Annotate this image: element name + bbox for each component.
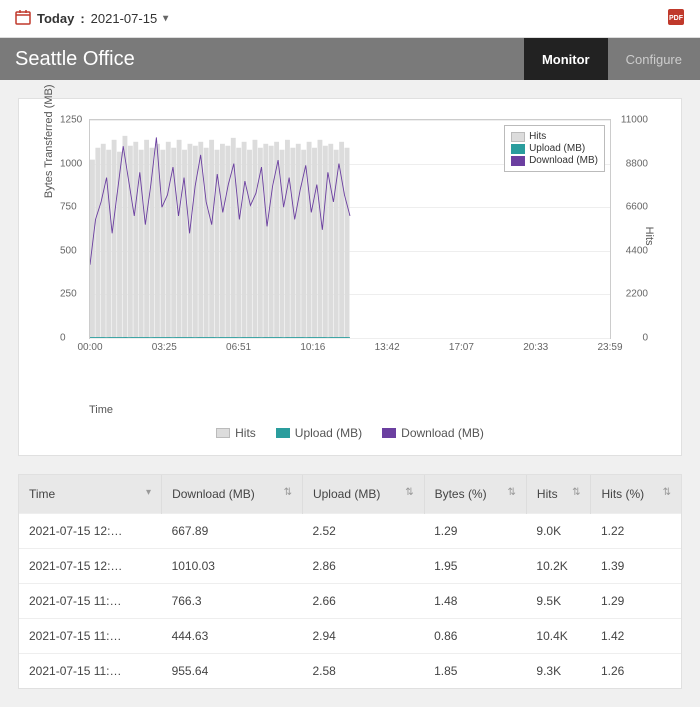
col-3[interactable]: Bytes (%)⇅ <box>424 475 526 514</box>
chart-card: Bytes Transferred (MB) Hits Hits Upload … <box>18 98 682 456</box>
table-row[interactable]: 2021-07-15 11:…955.642.581.859.3K1.26 <box>19 654 681 689</box>
col-4[interactable]: Hits⇅ <box>526 475 591 514</box>
plot-area: Hits Upload (MB) Download (MB) 002502200… <box>89 119 611 339</box>
table-row[interactable]: 2021-07-15 12:…1010.032.861.9510.2K1.39 <box>19 549 681 584</box>
table-header-row: Time▾Download (MB)⇅Upload (MB)⇅Bytes (%)… <box>19 475 681 514</box>
tab-configure[interactable]: Configure <box>608 38 700 80</box>
calendar-icon <box>15 9 31 28</box>
date-value: 2021-07-15 <box>91 11 158 26</box>
col-5[interactable]: Hits (%)⇅ <box>591 475 681 514</box>
tab-monitor[interactable]: Monitor <box>524 38 608 80</box>
content: Bytes Transferred (MB) Hits Hits Upload … <box>0 80 700 707</box>
y-axis-left-label: Bytes Transferred (MB) <box>43 84 55 198</box>
svg-text:PDF: PDF <box>669 15 684 22</box>
legend-b-upload: Upload (MB) <box>295 426 362 440</box>
col-0[interactable]: Time▾ <box>19 475 162 514</box>
page-title: Seattle Office <box>15 48 135 71</box>
legend-upload: Upload (MB) <box>529 143 585 154</box>
legend-b-hits: Hits <box>235 426 256 440</box>
chart-legend: Hits Upload (MB) Download (MB) <box>504 125 605 172</box>
table-row[interactable]: 2021-07-15 11:…444.632.940.8610.4K1.42 <box>19 619 681 654</box>
x-axis-label: Time <box>89 404 661 416</box>
chart-legend-bottom: Hits Upload (MB) Download (MB) <box>39 426 661 440</box>
tabs: Monitor Configure <box>524 38 700 80</box>
table-body: 2021-07-15 12:…667.892.521.299.0K1.22202… <box>19 514 681 689</box>
legend-download: Download (MB) <box>529 155 598 166</box>
titlebar: Seattle Office Monitor Configure <box>0 38 700 80</box>
chevron-down-icon: ▾ <box>163 13 168 24</box>
date-picker[interactable]: Today: 2021-07-15 ▾ <box>15 9 168 28</box>
pdf-export-icon[interactable]: PDF <box>667 8 685 29</box>
data-table: Time▾Download (MB)⇅Upload (MB)⇅Bytes (%)… <box>18 474 682 689</box>
chart: Bytes Transferred (MB) Hits Hits Upload … <box>89 119 611 379</box>
col-2[interactable]: Upload (MB)⇅ <box>302 475 424 514</box>
legend-b-download: Download (MB) <box>401 426 484 440</box>
table-row[interactable]: 2021-07-15 12:…667.892.521.299.0K1.22 <box>19 514 681 549</box>
col-1[interactable]: Download (MB)⇅ <box>162 475 303 514</box>
topbar: Today: 2021-07-15 ▾ PDF <box>0 0 700 38</box>
y-axis-right-label: Hits <box>643 227 655 246</box>
legend-hits: Hits <box>529 131 546 142</box>
today-label: Today <box>37 11 74 26</box>
table-row[interactable]: 2021-07-15 11:…766.32.661.489.5K1.29 <box>19 584 681 619</box>
